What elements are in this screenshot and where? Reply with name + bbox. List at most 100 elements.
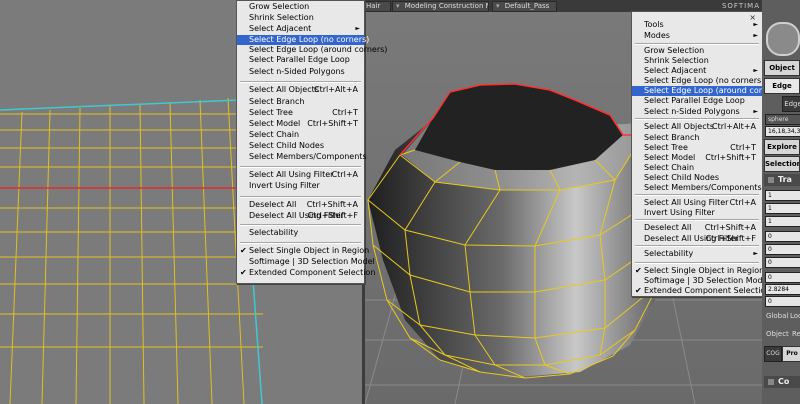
edge-button[interactable]: Edge — [764, 78, 800, 94]
selection-button[interactable]: Selection — [764, 156, 800, 172]
menu-item-label: Select Model — [249, 119, 301, 128]
shortcut-label: Ctrl+Shift+A — [306, 200, 358, 209]
name-field[interactable]: sphere — [765, 114, 800, 125]
menu-item-select-model[interactable]: Select Model Ctrl+Shift+T — [632, 153, 762, 163]
menu-item-select-branch[interactable]: Select Branch — [237, 97, 364, 107]
prop-button[interactable]: Pro — [782, 346, 800, 362]
menu-item-select-single-object-in-region[interactable]: ✔ Select Single Object in Region — [237, 246, 369, 256]
mode-dropdown[interactable]: ▾ Modeling Construction Mode — [392, 1, 489, 12]
transform-field-7[interactable]: 0 — [765, 272, 800, 283]
menu-item-invert-using-filter[interactable]: Invert Using Filter — [237, 181, 364, 191]
menu-item-modes[interactable]: Modes ► — [632, 31, 762, 41]
menu-item-deselect-all[interactable]: Deselect All Ctrl+Shift+A — [237, 200, 364, 210]
menu-item-label: Select Parallel Edge Loop — [644, 96, 745, 105]
menu-item-invert-using-filter[interactable]: Invert Using Filter — [632, 208, 762, 218]
transform-field-4[interactable]: 0 — [765, 231, 800, 242]
menu-item-select-chain[interactable]: Select Chain — [237, 130, 364, 140]
shortcut-label: Ctrl+Alt+A — [712, 122, 756, 131]
menu-item-shrink-selection[interactable]: Shrink Selection — [632, 56, 762, 66]
component-id-field[interactable]: 16,18,34,36 — [765, 126, 800, 137]
menu-item-select-adjacent[interactable]: Select Adjacent ► — [237, 24, 364, 34]
cog-button[interactable]: COG — [764, 346, 782, 362]
explore-button[interactable]: Explore — [764, 139, 800, 155]
menu-item-select-chain[interactable]: Select Chain — [632, 163, 762, 173]
menu-item-select-edge-loop-around-corners[interactable]: Select Edge Loop (around corners) — [237, 45, 387, 55]
menu-item-select-edge-loop-no-corners[interactable]: Select Edge Loop (no corners) — [237, 35, 369, 45]
menu-item-select-edge-loop-no-corners[interactable]: Select Edge Loop (no corners) — [632, 76, 764, 86]
constrain-header[interactable]: Co — [764, 376, 800, 388]
menu-item-select-all-using-filter[interactable]: Select All Using Filter Ctrl+A — [237, 170, 364, 180]
left-context-menu: Grow Selection Shrink Selection Select Adj… — [236, 0, 387, 284]
local-label[interactable]: Loc — [790, 312, 800, 320]
menu-separator — [635, 245, 759, 247]
transform-field-8[interactable]: 2.8284 — [765, 284, 800, 295]
transform-field-6[interactable]: 0 — [765, 257, 800, 268]
shortcut-label: Ctrl+Alt+A — [314, 85, 358, 94]
global-label[interactable]: Global — [766, 312, 788, 320]
menu-item-label: Select Parallel Edge Loop — [249, 55, 350, 64]
menu-item-label: Deselect All — [644, 223, 692, 232]
transform-field-9[interactable]: 0 — [765, 296, 800, 307]
shortcut-label: Ctrl+Shift+F — [307, 211, 358, 220]
transform-field-2[interactable]: 1 — [765, 203, 800, 214]
menu-item-extended-component-selection[interactable]: ✔ Extended Component Selection — [237, 268, 375, 278]
menu-item-grow-selection[interactable]: Grow Selection — [237, 2, 364, 12]
submenu-arrow-icon: ► — [753, 250, 758, 257]
menu-item-select-members-components[interactable]: Select Members/Components — [632, 183, 762, 193]
pass-dropdown[interactable]: ▾ Default_Pass — [492, 1, 557, 12]
submenu-arrow-icon: ► — [753, 21, 758, 28]
transform-field-3[interactable]: 1 — [765, 216, 800, 227]
menu-item-select-all-objects[interactable]: Select All Objects Ctrl+Alt+A — [237, 85, 364, 95]
menu-item-softimage-3d-selection-model[interactable]: Softimage | 3D Selection Model — [632, 276, 770, 286]
menu-item-select-parallel-edge-loop[interactable]: Select Parallel Edge Loop — [632, 96, 762, 106]
menu-item-deselect-all-using-filter[interactable]: Deselect All Using Filter Ctrl+Shift+F — [237, 211, 364, 221]
object-ref-label[interactable]: Object — [766, 330, 789, 338]
camera-dropdown[interactable]: Hair — [362, 1, 391, 12]
menu-item-grow-selection[interactable]: Grow Selection — [632, 46, 762, 56]
menu-item-label: Shrink Selection — [249, 13, 314, 22]
menu-item-label: Extended Component Selection — [644, 286, 771, 295]
shortcut-label: Ctrl+A — [729, 198, 756, 207]
menu-item-select-branch[interactable]: Select Branch — [632, 133, 762, 143]
object-button[interactable]: Object — [764, 60, 800, 76]
menu-item-extended-component-selection[interactable]: ✔ Extended Component Selection — [632, 286, 770, 296]
menu-item-select-all-using-filter[interactable]: Select All Using Filter Ctrl+A — [632, 198, 762, 208]
shortcut-label: Ctrl+T — [332, 108, 358, 117]
menu-item-select-members-components[interactable]: Select Members/Components — [237, 152, 367, 162]
menu-item-select-all-objects[interactable]: Select All Objects Ctrl+Alt+A — [632, 122, 762, 132]
submenu-arrow-icon: ► — [753, 67, 758, 74]
menu-item-deselect-all-using-filter[interactable]: Deselect All Using Filter Ctrl+Shift+F — [632, 234, 762, 244]
menu-item-select-child-nodes[interactable]: Select Child Nodes — [237, 141, 364, 151]
menu-item-select-adjacent[interactable]: Select Adjacent ► — [632, 66, 762, 76]
menu-item-label: Modes — [644, 31, 670, 40]
menu-item-select-parallel-edge-loop[interactable]: Select Parallel Edge Loop — [237, 55, 364, 65]
menu-item-label: Select Tree — [644, 143, 688, 152]
menu-item-select-tree[interactable]: Select Tree Ctrl+T — [632, 143, 762, 153]
menu-separator — [240, 166, 361, 168]
shortcut-label: Ctrl+Shift+T — [307, 119, 358, 128]
edge-filter-button[interactable]: Edge — [782, 96, 800, 112]
menu-item-shrink-selection[interactable]: Shrink Selection — [237, 13, 364, 23]
submenu-arrow-icon: ► — [355, 25, 360, 32]
menu-item-select-n-sided-polygons[interactable]: Select n-Sided Polygons ► — [632, 107, 762, 117]
ref-label[interactable]: Re — [792, 330, 800, 338]
menu-item-select-n-sided-polygons[interactable]: Select n-Sided Polygons — [237, 67, 364, 77]
menu-item-softimage-3d-selection-model[interactable]: Softimage | 3D Selection Model — [237, 257, 375, 267]
menu-item-select-edge-loop-around-corners[interactable]: Select Edge Loop (around corners) — [632, 86, 782, 96]
shortcut-label: Ctrl+Shift+A — [704, 223, 756, 232]
menu-item-select-single-object-in-region[interactable]: ✔ Select Single Object in Region — [632, 266, 764, 276]
menu-item-label: Select Branch — [644, 133, 700, 142]
submenu-arrow-icon: ► — [753, 32, 758, 39]
transform-header[interactable]: Tra — [764, 174, 800, 186]
shortcut-label: Ctrl+Shift+F — [705, 234, 756, 243]
menu-item-deselect-all[interactable]: Deselect All Ctrl+Shift+A — [632, 223, 762, 233]
menu-item-select-tree[interactable]: Select Tree Ctrl+T — [237, 108, 364, 118]
menu-item-selectability[interactable]: Selectability — [237, 228, 364, 238]
menu-item-select-model[interactable]: Select Model Ctrl+Shift+T — [237, 119, 364, 129]
menu-item-selectability[interactable]: Selectability ► — [632, 249, 762, 259]
transform-field-1[interactable]: 1 — [765, 190, 800, 201]
select-arrow-icon[interactable] — [766, 22, 800, 56]
menu-item-select-child-nodes[interactable]: Select Child Nodes — [632, 173, 762, 183]
transform-field-5[interactable]: 0 — [765, 244, 800, 255]
menu-item-tools[interactable]: Tools ► — [632, 20, 762, 30]
